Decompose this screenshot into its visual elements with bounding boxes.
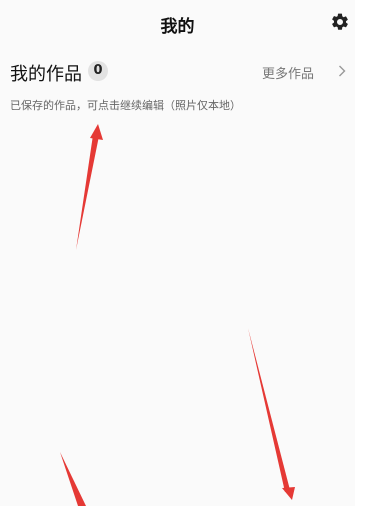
settings-button[interactable]: [330, 12, 350, 32]
more-works-link[interactable]: 更多作品: [262, 63, 314, 82]
page-title: 我的: [160, 17, 195, 37]
works-count-badge: 0: [88, 61, 108, 81]
works-hint: 已保存的作品，可点击继续编辑（照片仅本地）: [10, 99, 241, 112]
chevron-right-icon[interactable]: [338, 65, 346, 77]
my-works-title: 我的作品: [10, 64, 82, 85]
right-edge: [355, 0, 365, 506]
gear-icon: [332, 13, 348, 30]
my-works-header: 我的作品 0 更多作品: [0, 58, 355, 86]
mine-screen: 我的 我的作品 0 更多作品 已保存的作品，可点击继续编辑（照片仅本地）: [0, 0, 355, 506]
top-bar: 我的: [0, 0, 355, 46]
